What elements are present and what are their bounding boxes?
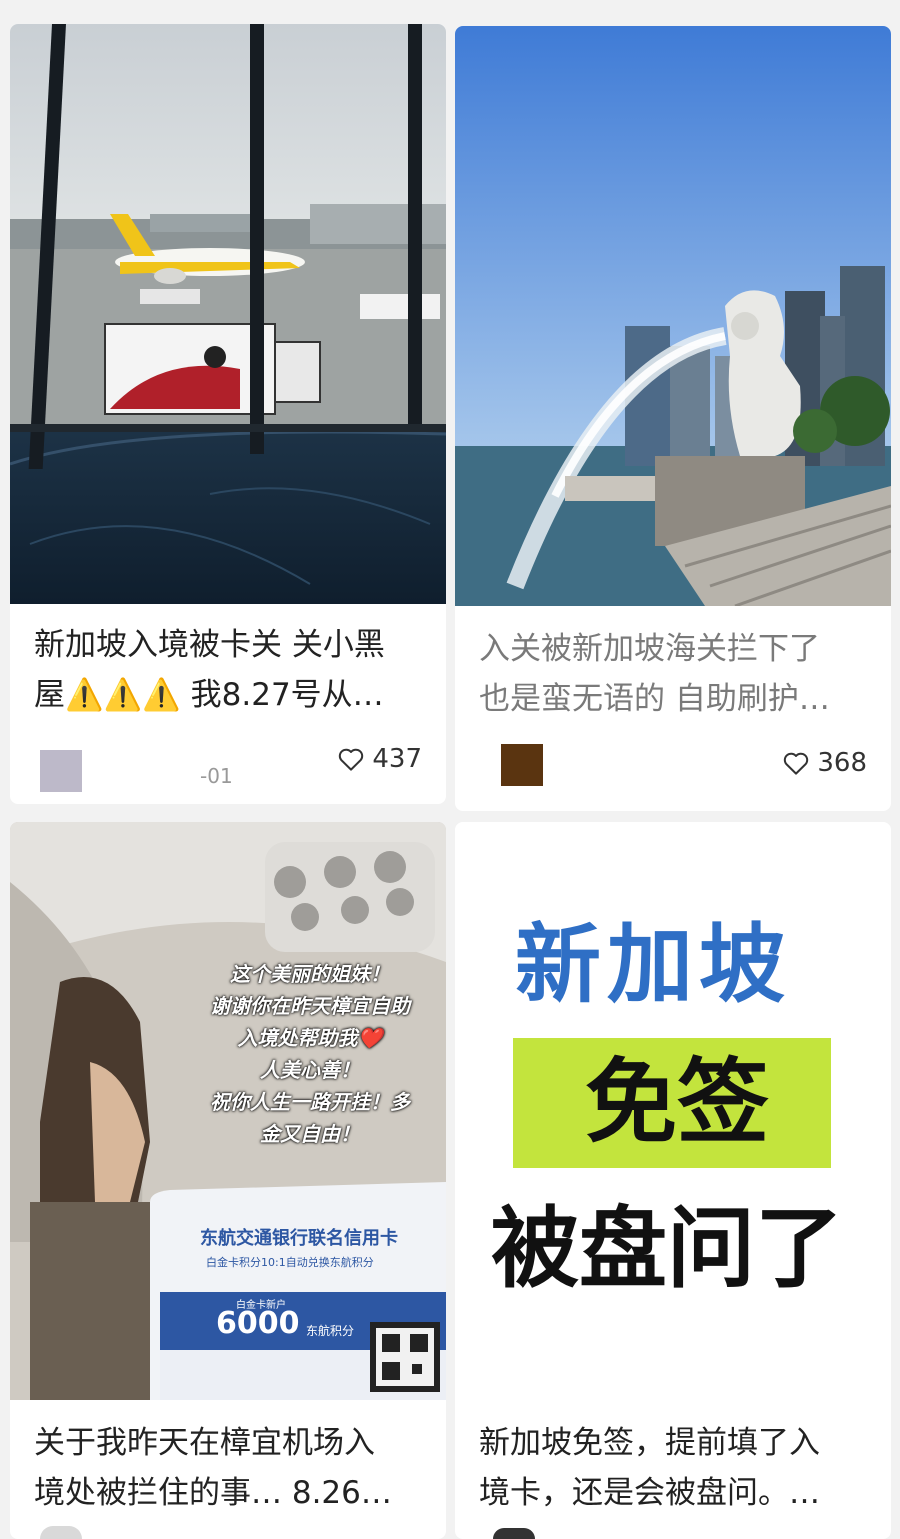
post-caption[interactable]: 新加坡免签，提前填了入 境卡，还是会被盘问。… <box>479 1418 871 1518</box>
post-caption[interactable]: 入关被新加坡海关拦下了 也是蛮无语的 自助刷护… <box>479 624 871 724</box>
post-caption[interactable]: 新加坡入境被卡关 关小黑 屋⚠️⚠️⚠️ 我8.27号从… <box>34 620 426 720</box>
heart-icon <box>784 752 809 775</box>
caption-line: 入关被新加坡海关拦下了 <box>479 631 820 667</box>
seatback-unit: 东航积分 <box>306 1324 355 1338</box>
avatar[interactable] <box>493 1528 535 1539</box>
avatar[interactable] <box>40 750 82 792</box>
caption-line: 也是蛮无语的 自助刷护… <box>479 681 830 717</box>
like-count: 368 <box>817 748 867 778</box>
caption-line: 新加坡入境被卡关 关小黑 <box>34 627 385 663</box>
seatback-number: 6000 <box>216 1306 300 1341</box>
post-card-airport[interactable]: 新加坡入境被卡关 关小黑 屋⚠️⚠️⚠️ 我8.27号从… -01 437 <box>10 24 446 804</box>
overlay-line: 祝你人生一路开挂！多 <box>210 1090 410 1114</box>
post-card-cabin[interactable]: 这个美丽的姐妹！ 谢谢你在昨天樟宜自助 入境处帮助我❤️ 人美心善！ 祝你人生一… <box>10 822 446 1539</box>
like-count: 437 <box>372 744 422 774</box>
caption-line: 关于我昨天在樟宜机场入 <box>34 1425 375 1461</box>
overlay-line: 谢谢你在昨天樟宜自助 <box>210 994 410 1018</box>
overlay-line: 这个美丽的姐妹！ <box>230 962 390 986</box>
caption-line: 境处被拦住的事… 8.26… <box>34 1475 392 1511</box>
airplane-cabin-image[interactable]: 这个美丽的姐妹！ 谢谢你在昨天樟宜自助 入境处帮助我❤️ 人美心善！ 祝你人生一… <box>10 822 446 1400</box>
post-meta: 368 <box>455 742 891 802</box>
avatar[interactable] <box>501 744 543 786</box>
graphic-subtitle: 免签 <box>585 1049 770 1156</box>
author-name: -01 <box>200 764 233 788</box>
caption-line: 屋⚠️⚠️⚠️ 我8.27号从… <box>34 677 384 713</box>
post-card-merlion[interactable]: 入关被新加坡海关拦下了 也是蛮无语的 自助刷护… 368 <box>455 26 891 811</box>
post-card-text-graphic[interactable]: 新加坡 免签 被盘问了 新加坡免签，提前填了入 境卡，还是会被盘问。… <box>455 822 891 1539</box>
seatback-subtitle: 白金卡积分10:1自动兑换东航积分 <box>206 1256 374 1269</box>
like-button[interactable]: 437 <box>336 744 422 774</box>
heart-icon <box>339 748 364 771</box>
merlion-image[interactable] <box>455 26 891 606</box>
caption-line: 新加坡免签，提前填了入 <box>479 1425 820 1461</box>
avatar[interactable] <box>40 1526 82 1539</box>
post-caption[interactable]: 关于我昨天在樟宜机场入 境处被拦住的事… 8.26… <box>34 1418 426 1518</box>
graphic-footer: 被盘问了 <box>491 1197 844 1300</box>
graphic-title: 新加坡 <box>515 915 791 1015</box>
like-button[interactable]: 368 <box>781 748 867 778</box>
overlay-line: 入境处帮助我❤️ <box>237 1026 383 1050</box>
overlay-text: 这个美丽的姐妹！ 谢谢你在昨天樟宜自助 入境处帮助我❤️ 人美心善！ 祝你人生一… <box>180 958 440 1150</box>
airport-window-image[interactable] <box>10 24 446 604</box>
overlay-line: 人美心善！ <box>260 1058 360 1082</box>
text-graphic-image[interactable]: 新加坡 免签 被盘问了 <box>455 822 891 1404</box>
caption-line: 境卡，还是会被盘问。… <box>479 1475 820 1511</box>
overlay-line: 金又自由！ <box>260 1122 360 1146</box>
seatback-title: 东航交通银行联名信用卡 <box>200 1228 398 1249</box>
post-meta: -01 437 <box>10 738 446 798</box>
